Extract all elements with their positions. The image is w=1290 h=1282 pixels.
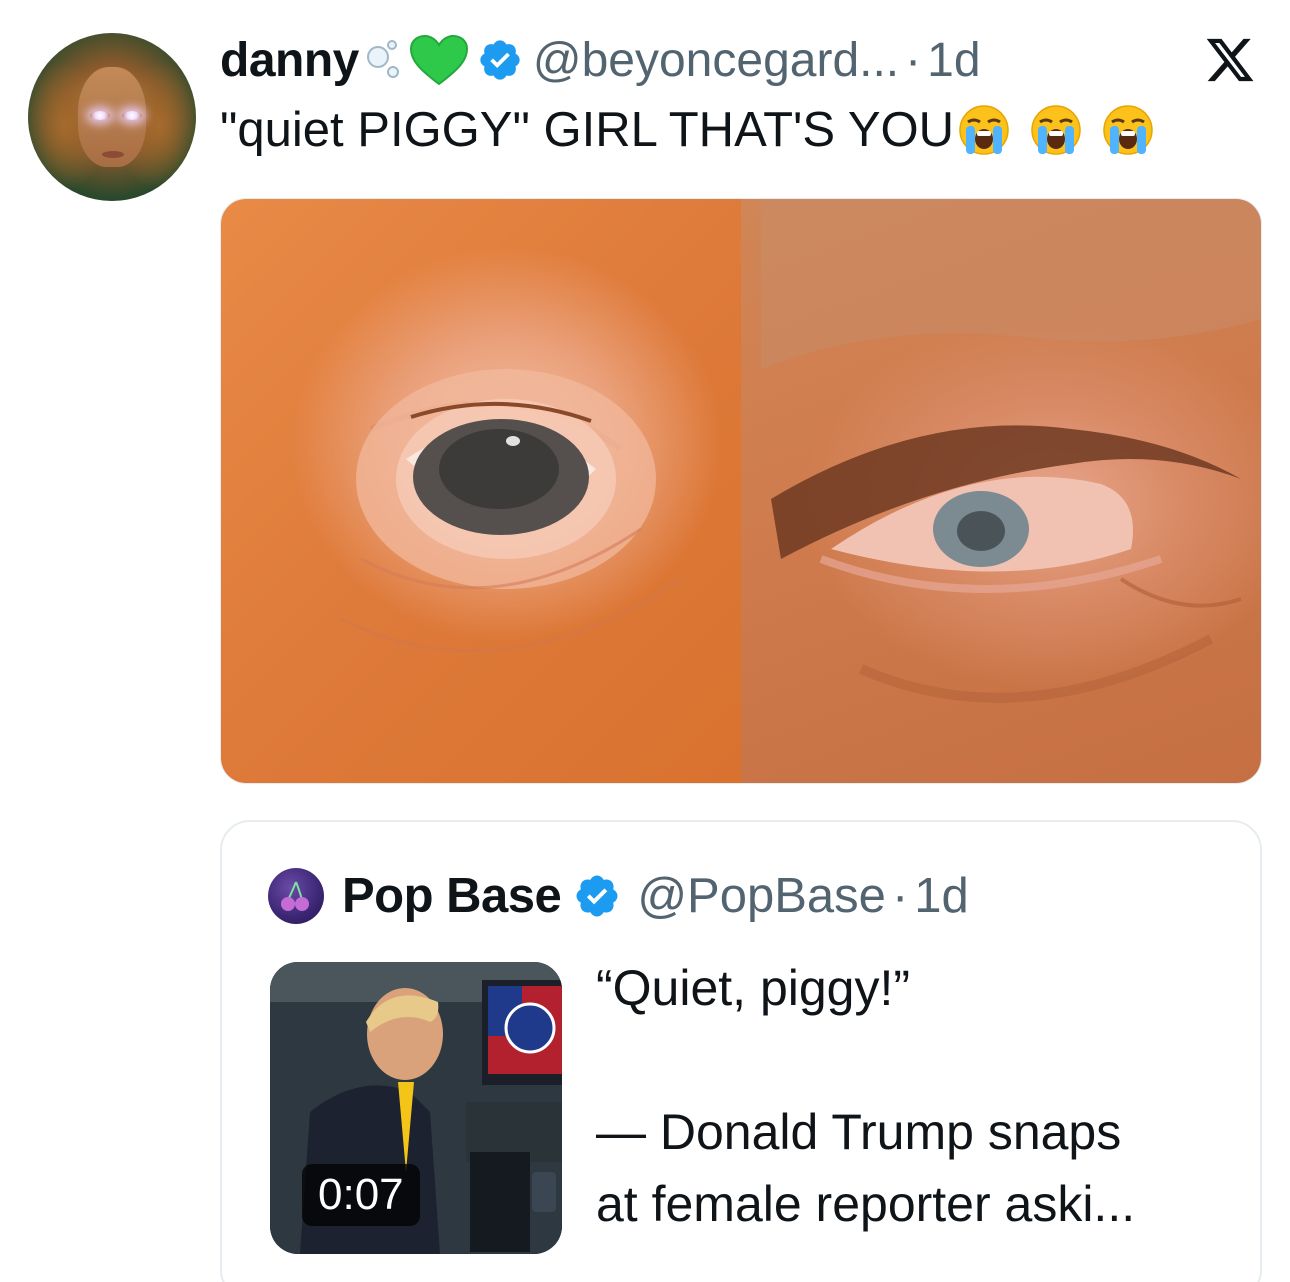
tweet-header: danny @beyoncegard... · 1d <box>220 28 981 92</box>
tweet-body: "quiet PIGGY" GIRL THAT'S YOU <box>220 103 954 157</box>
pig-eye-drawing <box>340 369 682 653</box>
separator-dot: · <box>905 33 922 87</box>
quoted-tweet-header: Pop Base @PopBase · 1d <box>268 866 969 926</box>
man-eye-photo <box>741 199 1261 783</box>
man-eye-drawing <box>761 199 1261 703</box>
quoted-author-name[interactable]: Pop Base <box>342 868 562 924</box>
loudly-crying-face-icon <box>1031 105 1081 155</box>
quoted-author-handle[interactable]: @PopBase <box>637 868 886 924</box>
tweet-card[interactable]: danny @beyoncegard... · 1d "quiet PIGGY"… <box>0 0 1290 1282</box>
loudly-crying-face-icon <box>1103 105 1153 155</box>
tweet-text: "quiet PIGGY" GIRL THAT'S YOU <box>220 100 1154 160</box>
green-heart-icon <box>409 34 468 86</box>
quoted-text-line: at female reporter aski... <box>596 1176 1136 1232</box>
tweet-time[interactable]: 1d <box>927 33 980 88</box>
tweet-media-image[interactable] <box>220 198 1262 784</box>
separator-dot: · <box>891 869 909 923</box>
bubbles-icon <box>363 38 407 82</box>
loudly-crying-face-icon <box>959 105 1009 155</box>
quoted-video-thumbnail[interactable]: 0:07 <box>270 962 562 1254</box>
popbase-avatar-cherry-icon[interactable] <box>268 868 324 924</box>
verified-badge-icon <box>480 40 520 80</box>
author-avatar[interactable] <box>28 33 196 201</box>
quoted-text-line: “Quiet, piggy!” <box>596 960 911 1016</box>
quoted-tweet-time[interactable]: 1d <box>914 868 969 924</box>
quoted-text-line: — Donald Trump snaps <box>596 1104 1122 1160</box>
author-handle[interactable]: @beyoncegard... <box>533 33 899 88</box>
avatar-lips <box>102 151 124 158</box>
avatar-glowing-eye <box>122 111 142 120</box>
quoted-tweet-card[interactable]: Pop Base @PopBase · 1d 0:07 “Quiet, pigg… <box>220 820 1262 1282</box>
author-name[interactable]: danny <box>220 33 359 88</box>
verified-badge-icon <box>576 875 618 917</box>
pig-eye-photo <box>221 199 741 783</box>
video-duration-badge: 0:07 <box>302 1164 420 1226</box>
x-logo-icon[interactable] <box>1204 34 1256 86</box>
quoted-tweet-text: “Quiet, piggy!” — Donald Trump snaps at … <box>596 952 1236 1240</box>
avatar-glowing-eye <box>90 111 110 120</box>
